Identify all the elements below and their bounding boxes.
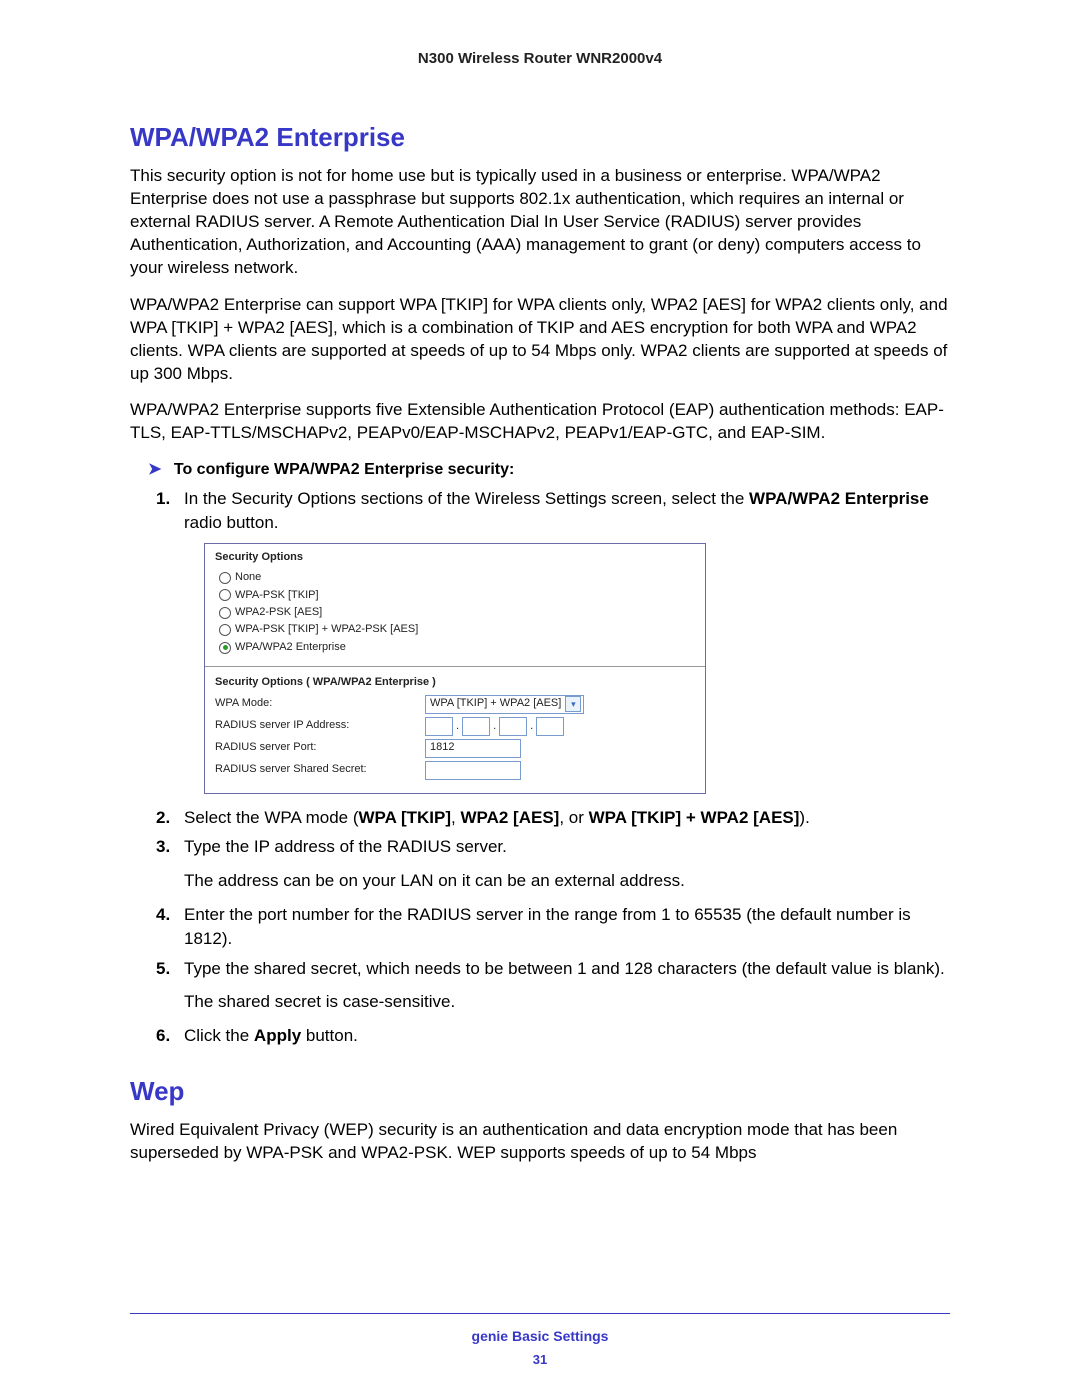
step-subtext: The shared secret is case-sensitive.	[184, 990, 950, 1014]
ip-octet-input[interactable]	[499, 717, 527, 736]
ip-dot: .	[455, 719, 460, 735]
security-options-figure: Security Options None WPA-PSK [TKIP] WPA…	[204, 543, 706, 794]
ip-dot: .	[529, 719, 534, 735]
radio-label: None	[235, 570, 261, 585]
radio-label: WPA/WPA2 Enterprise	[235, 640, 346, 655]
paragraph: WPA/WPA2 Enterprise supports five Extens…	[130, 399, 950, 445]
page-footer: genie Basic Settings 31	[0, 1313, 1080, 1367]
label-radius-port: RADIUS server Port:	[215, 740, 425, 755]
select-wpa-mode[interactable]: WPA [TKIP] + WPA2 [AES] ▾	[425, 695, 584, 714]
radio-icon	[219, 589, 231, 601]
section-title-wep: Wep	[130, 1076, 950, 1107]
step-text: radio button.	[184, 513, 279, 532]
step-item: In the Security Options sections of the …	[184, 487, 950, 793]
radio-icon	[219, 624, 231, 636]
step-bold: WPA [TKIP]	[358, 808, 451, 827]
footer-page-number: 31	[0, 1352, 1080, 1367]
step-text: In the Security Options sections of the …	[184, 489, 749, 508]
step-text: Type the IP address of the RADIUS server…	[184, 837, 507, 856]
page: N300 Wireless Router WNR2000v4 WPA/WPA2 …	[0, 0, 1080, 1397]
step-item: Click the Apply button.	[184, 1024, 950, 1048]
radio-label: WPA-PSK [TKIP] + WPA2-PSK [AES]	[235, 622, 418, 637]
step-bold: WPA/WPA2 Enterprise	[749, 489, 929, 508]
step-bold: WPA [TKIP] + WPA2 [AES]	[589, 808, 800, 827]
row-wpa-mode: WPA Mode: WPA [TKIP] + WPA2 [AES] ▾	[215, 695, 695, 714]
row-radius-port: RADIUS server Port: 1812	[215, 739, 695, 758]
step-bold: Apply	[254, 1026, 301, 1045]
step-item: Select the WPA mode (WPA [TKIP], WPA2 [A…	[184, 806, 950, 830]
radio-icon	[219, 607, 231, 619]
paragraph: Wired Equivalent Privacy (WEP) security …	[130, 1119, 950, 1165]
step-text: ).	[799, 808, 809, 827]
paragraph: WPA/WPA2 Enterprise can support WPA [TKI…	[130, 294, 950, 386]
step-text: Select the WPA mode (	[184, 808, 358, 827]
step-text: Type the shared secret, which needs to b…	[184, 959, 945, 978]
input-radius-port[interactable]: 1812	[425, 739, 521, 758]
document-header: N300 Wireless Router WNR2000v4	[130, 50, 950, 67]
radio-label: WPA2-PSK [AES]	[235, 605, 322, 620]
radio-icon	[219, 572, 231, 584]
ip-octet-input[interactable]	[536, 717, 564, 736]
radio-wpa2-psk-aes[interactable]: WPA2-PSK [AES]	[215, 604, 695, 621]
label-radius-secret: RADIUS server Shared Secret:	[215, 762, 425, 777]
step-text: , or	[559, 808, 588, 827]
task-title: To configure WPA/WPA2 Enterprise securit…	[174, 461, 515, 478]
ip-dot: .	[492, 719, 497, 735]
step-item: Type the shared secret, which needs to b…	[184, 957, 950, 1015]
row-radius-ip: RADIUS server IP Address: . . .	[215, 717, 695, 736]
step-subtext: The address can be on your LAN on it can…	[184, 869, 950, 893]
step-item: Enter the port number for the RADIUS ser…	[184, 903, 950, 951]
footer-title: genie Basic Settings	[0, 1328, 1080, 1344]
task-heading: ➤ To configure WPA/WPA2 Enterprise secur…	[148, 459, 950, 479]
enterprise-settings-group: Security Options ( WPA/WPA2 Enterprise )…	[205, 667, 705, 792]
radio-label: WPA-PSK [TKIP]	[235, 588, 319, 603]
step-text: Click the	[184, 1026, 254, 1045]
section-title-wpa-enterprise: WPA/WPA2 Enterprise	[130, 122, 950, 153]
select-value: WPA [TKIP] + WPA2 [AES]	[430, 696, 561, 711]
security-options-title: Security Options	[215, 550, 695, 565]
label-wpa-mode: WPA Mode:	[215, 696, 425, 711]
radio-none[interactable]: None	[215, 569, 695, 586]
label-radius-ip: RADIUS server IP Address:	[215, 718, 425, 733]
radio-wpa-wpa2-enterprise[interactable]: WPA/WPA2 Enterprise	[215, 639, 695, 656]
security-options-group: Security Options None WPA-PSK [TKIP] WPA…	[205, 544, 705, 667]
ip-octet-input[interactable]	[425, 717, 453, 736]
radio-wpa-psk-tkip[interactable]: WPA-PSK [TKIP]	[215, 587, 695, 604]
chevron-right-icon: ➤	[148, 461, 161, 478]
step-text: Enter the port number for the RADIUS ser…	[184, 905, 911, 948]
step-bold: WPA2 [AES]	[460, 808, 559, 827]
chevron-down-icon: ▾	[565, 696, 581, 712]
row-radius-secret: RADIUS server Shared Secret:	[215, 761, 695, 780]
steps-list: In the Security Options sections of the …	[130, 487, 950, 1048]
step-item: Type the IP address of the RADIUS server…	[184, 835, 950, 893]
radio-icon-checked	[219, 642, 231, 654]
input-radius-secret[interactable]	[425, 761, 521, 780]
footer-rule	[130, 1313, 950, 1314]
radio-wpa-wpa2-psk-combo[interactable]: WPA-PSK [TKIP] + WPA2-PSK [AES]	[215, 621, 695, 638]
step-text: button.	[301, 1026, 358, 1045]
paragraph: This security option is not for home use…	[130, 165, 950, 280]
input-radius-ip[interactable]: . . .	[425, 717, 564, 736]
ip-octet-input[interactable]	[462, 717, 490, 736]
enterprise-settings-title: Security Options ( WPA/WPA2 Enterprise )	[215, 675, 695, 690]
